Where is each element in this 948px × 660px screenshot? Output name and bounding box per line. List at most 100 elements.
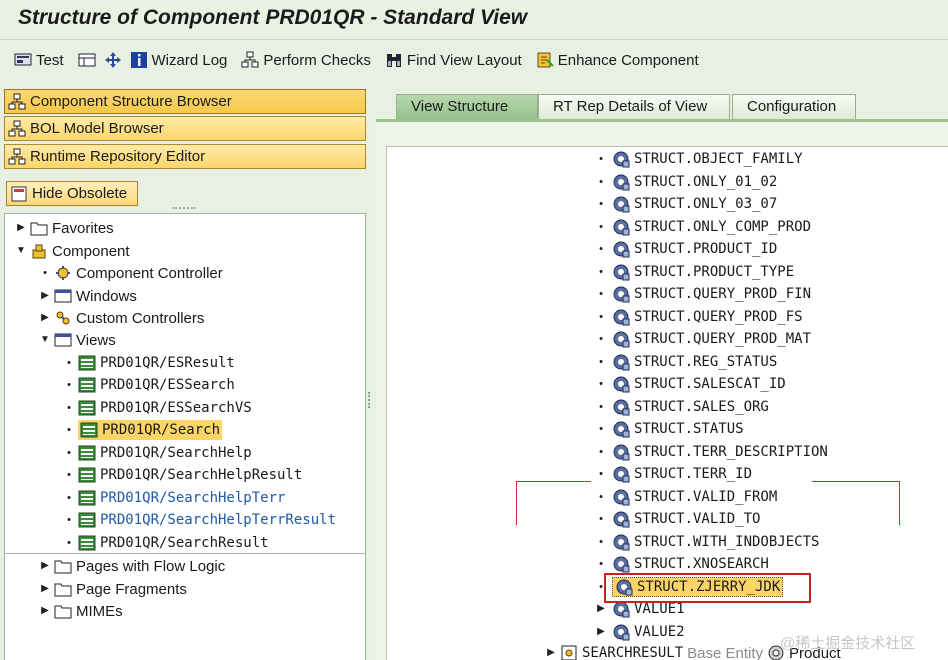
navigate-button[interactable] xyxy=(102,46,124,74)
view-item[interactable]: • PRD01QR/SearchHelpTerrResult xyxy=(64,509,336,531)
struct-attribute-row[interactable]: • STRUCT.WITH_INDOBJECTS xyxy=(596,531,819,553)
tree-node-views[interactable]: ▼ Views xyxy=(40,329,116,351)
struct-attribute-row[interactable]: ▶ VALUE2 xyxy=(596,621,685,643)
attribute-icon xyxy=(613,421,630,438)
toolbar: Test Wizard Log Perform Checks Find View… xyxy=(0,42,948,78)
bullet-icon: • xyxy=(599,176,603,188)
expand-icon[interactable]: ▶ xyxy=(596,604,606,614)
attribute-icon xyxy=(613,466,630,483)
folder-icon xyxy=(30,222,48,236)
tree-label: Page Fragments xyxy=(76,580,187,598)
wizard-log-button[interactable]: Wizard Log xyxy=(128,46,236,74)
tree-node-component-controller[interactable]: • Component Controller xyxy=(40,262,223,284)
view-item[interactable]: • PRD01QR/SearchHelpResult xyxy=(64,464,302,486)
bullet-icon: • xyxy=(599,378,603,390)
find-view-layout-button[interactable]: Find View Layout xyxy=(383,46,530,74)
expand-icon[interactable]: ▶ xyxy=(546,648,556,658)
expand-icon[interactable]: ▶ xyxy=(16,223,26,233)
tree-node-custom-controllers[interactable]: ▶ Custom Controllers xyxy=(40,307,204,329)
struct-attribute-row[interactable]: • STRUCT.REG_STATUS xyxy=(596,351,777,373)
view-icon xyxy=(78,535,96,551)
runtime-repository-editor-button[interactable]: Runtime Repository Editor xyxy=(4,144,366,169)
struct-attribute-row[interactable]: • STRUCT.QUERY_PROD_FS xyxy=(596,306,803,328)
struct-attribute-row[interactable]: • STRUCT.TERR_DESCRIPTION xyxy=(596,441,828,463)
hierarchy-check-icon xyxy=(241,51,259,68)
view-icon xyxy=(78,490,96,506)
expand-icon[interactable]: ▶ xyxy=(40,313,50,323)
view-icon xyxy=(78,467,96,483)
attribute-content: STRUCT.STATUS xyxy=(612,420,744,438)
struct-attribute-row[interactable]: • STRUCT.TERR_ID xyxy=(596,463,752,485)
bullet-icon: • xyxy=(67,379,71,391)
collapse-icon[interactable]: ▼ xyxy=(40,335,50,345)
bullet-icon: • xyxy=(67,424,71,436)
struct-attribute-row[interactable]: • STRUCT.SALES_ORG xyxy=(596,396,769,418)
tree-node-pages-with-flow-logic[interactable]: ▶ Pages with Flow Logic xyxy=(40,555,225,577)
attribute-content: STRUCT.QUERY_PROD_MAT xyxy=(612,330,811,348)
tab-label: Configuration xyxy=(747,98,837,115)
tab-rt-rep-details[interactable]: RT Rep Details of View xyxy=(538,94,730,120)
view-item[interactable]: • PRD01QR/SearchResult xyxy=(64,532,269,554)
struct-attribute-row[interactable]: • STRUCT.ONLY_COMP_PROD xyxy=(596,216,811,238)
view-item-selected[interactable]: • PRD01QR/Search xyxy=(64,419,223,441)
struct-attribute-row[interactable]: • STRUCT.ONLY_03_07 xyxy=(596,193,777,215)
attribute-content: STRUCT.QUERY_PROD_FS xyxy=(612,308,803,326)
struct-attribute-row[interactable]: • STRUCT.XNOSEARCH xyxy=(596,553,769,575)
struct-attribute-row[interactable]: • STRUCT.VALID_TO xyxy=(596,508,760,530)
struct-attribute-row[interactable]: • STRUCT.ONLY_01_02 xyxy=(596,171,777,193)
view-icon xyxy=(80,422,98,438)
tab-configuration[interactable]: Configuration xyxy=(732,94,856,120)
view-icon xyxy=(78,355,96,371)
component-structure-browser-button[interactable]: Component Structure Browser xyxy=(4,89,366,114)
test-button[interactable]: Test xyxy=(12,46,72,74)
attribute-label: VALUE2 xyxy=(634,624,685,640)
struct-attribute-row[interactable]: • STRUCT.SALESCAT_ID xyxy=(596,373,786,395)
bullet-icon: • xyxy=(67,537,71,549)
folder-icon xyxy=(54,560,72,574)
view-item[interactable]: • PRD01QR/ESSearchVS xyxy=(64,397,252,419)
view-item[interactable]: • PRD01QR/ESResult xyxy=(64,352,235,374)
collapse-icon[interactable]: ▼ xyxy=(16,246,26,256)
struct-attribute-row[interactable]: • STRUCT.STATUS xyxy=(596,418,744,440)
tree-node-page-fragments[interactable]: ▶ Page Fragments xyxy=(40,578,187,600)
layout-toggle-button[interactable] xyxy=(76,46,98,74)
view-item[interactable]: • PRD01QR/SearchHelp xyxy=(64,442,252,464)
attribute-label: STRUCT.SALES_ORG xyxy=(634,399,769,415)
hierarchy-icon xyxy=(8,120,26,136)
expand-icon[interactable]: ▶ xyxy=(596,627,606,637)
tree-node-windows[interactable]: ▶ Windows xyxy=(40,285,137,307)
expand-icon[interactable]: ▶ xyxy=(40,291,50,301)
struct-attribute-row[interactable]: • STRUCT.OBJECT_FAMILY xyxy=(596,148,803,170)
expand-icon[interactable]: ▶ xyxy=(40,584,50,594)
struct-attribute-row[interactable]: • STRUCT.PRODUCT_ID xyxy=(596,238,777,260)
tree-node-component[interactable]: ▼ Component xyxy=(16,240,130,262)
resize-grip[interactable] xyxy=(172,207,196,211)
tab-view-structure[interactable]: View Structure xyxy=(396,94,538,120)
perform-checks-button[interactable]: Perform Checks xyxy=(239,46,379,74)
selected-view-highlight: PRD01QR/Search xyxy=(78,420,223,440)
bol-model-browser-button[interactable]: BOL Model Browser xyxy=(4,116,366,141)
expand-icon[interactable]: ▶ xyxy=(40,561,50,571)
enhance-component-button[interactable]: Enhance Component xyxy=(534,46,707,74)
struct-attribute-row[interactable]: • STRUCT.QUERY_PROD_MAT xyxy=(596,328,811,350)
struct-attribute-row[interactable]: • STRUCT.PRODUCT_TYPE xyxy=(596,261,794,283)
hide-obsolete-button[interactable]: Hide Obsolete xyxy=(6,181,138,206)
bullet-icon: • xyxy=(599,333,603,345)
tree-node-favorites[interactable]: ▶ Favorites xyxy=(16,217,114,239)
attribute-content: STRUCT.PRODUCT_TYPE xyxy=(612,263,794,281)
view-item[interactable]: • PRD01QR/SearchHelpTerr xyxy=(64,487,285,509)
struct-attribute-row[interactable]: • STRUCT.QUERY_PROD_FIN xyxy=(596,283,811,305)
tree-label: Pages with Flow Logic xyxy=(76,557,226,575)
enhance-icon xyxy=(537,52,554,68)
component-structure-browser-label: Component Structure Browser xyxy=(30,93,232,110)
view-item-label: PRD01QR/ESResult xyxy=(100,355,235,371)
struct-attribute-row[interactable]: • STRUCT.VALID_FROM xyxy=(596,486,777,508)
attribute-label: STRUCT.ONLY_01_02 xyxy=(634,174,778,190)
bullet-icon: • xyxy=(599,468,603,480)
panel-splitter[interactable] xyxy=(366,86,374,660)
expand-icon[interactable]: ▶ xyxy=(40,606,50,616)
attribute-icon xyxy=(613,286,630,303)
tree-node-mimes[interactable]: ▶ MIMEs xyxy=(40,600,123,622)
view-item[interactable]: • PRD01QR/ESSearch xyxy=(64,374,235,396)
attribute-icon xyxy=(613,376,630,393)
